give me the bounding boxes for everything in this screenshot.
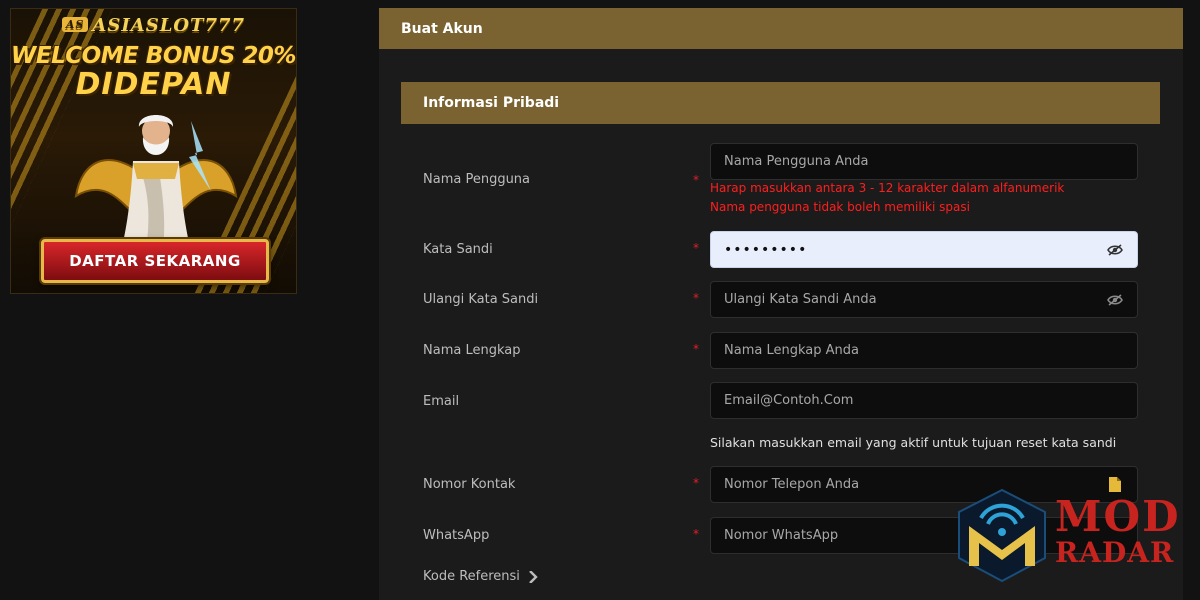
- promo-subheadline: DIDEPAN: [75, 67, 232, 102]
- password-label: Kata Sandi: [423, 242, 493, 257]
- username-required-mark: *: [693, 173, 699, 187]
- referral-code-label: Kode Referensi: [423, 569, 520, 584]
- register-now-button[interactable]: DAFTAR SEKARANG: [41, 239, 269, 283]
- brand-name: ASIASLOT777: [92, 15, 246, 36]
- phone-required-mark: *: [693, 476, 699, 490]
- referral-code-toggle[interactable]: Kode Referensi: [423, 569, 538, 584]
- confirm-password-label: Ulangi Kata Sandi: [423, 292, 539, 307]
- promo-headline: WELCOME BONUS 20%: [11, 43, 296, 69]
- password-required-mark: *: [693, 241, 699, 255]
- confirm-password-required-mark: *: [693, 291, 699, 305]
- page-title: Buat Akun: [379, 8, 1183, 49]
- password-value: •••••••••: [724, 241, 808, 258]
- phone-label: Nomor Kontak: [423, 477, 516, 492]
- watermark-line1: MOD: [1055, 492, 1181, 541]
- modradar-logo-icon: [958, 488, 1046, 583]
- confirm-password-placeholder: Ulangi Kata Sandi Anda: [724, 292, 877, 307]
- section-title: Informasi Pribadi: [401, 82, 1160, 124]
- username-error-spaces: Nama pengguna tidak boleh memiliki spasi: [710, 200, 970, 214]
- promo-banner[interactable]: AS ASIASLOT777 WELCOME BONUS 20% DIDEPAN …: [10, 8, 297, 294]
- username-input[interactable]: Nama Pengguna Anda: [710, 143, 1138, 180]
- zeus-illustration: [74, 115, 238, 251]
- username-error-length: Harap masukkan antara 3 - 12 karakter da…: [710, 181, 1065, 195]
- chevron-right-icon: [529, 570, 538, 583]
- email-hint: Silakan masukkan email yang aktif untuk …: [710, 435, 1117, 450]
- full-name-placeholder: Nama Lengkap Anda: [724, 343, 859, 358]
- watermark-line2: RADAR: [1055, 536, 1175, 569]
- confirm-password-input[interactable]: Ulangi Kata Sandi Anda: [710, 281, 1138, 318]
- email-label: Email: [423, 394, 460, 409]
- brand-logo: AS ASIASLOT777: [11, 15, 296, 36]
- whatsapp-required-mark: *: [693, 527, 699, 541]
- watermark: MOD RADAR: [955, 488, 1185, 588]
- email-placeholder: Email@Contoh.Com: [724, 393, 854, 408]
- whatsapp-label: WhatsApp: [423, 528, 490, 543]
- username-label: Nama Pengguna: [423, 172, 531, 187]
- username-placeholder: Nama Pengguna Anda: [724, 154, 869, 169]
- full-name-required-mark: *: [693, 342, 699, 356]
- password-input[interactable]: •••••••••: [710, 231, 1138, 268]
- eye-slash-icon[interactable]: [1106, 291, 1124, 309]
- brand-prefix: AS: [61, 17, 89, 32]
- full-name-input[interactable]: Nama Lengkap Anda: [710, 332, 1138, 369]
- full-name-label: Nama Lengkap: [423, 343, 521, 358]
- email-input[interactable]: Email@Contoh.Com: [710, 382, 1138, 419]
- eye-slash-icon[interactable]: [1106, 241, 1124, 259]
